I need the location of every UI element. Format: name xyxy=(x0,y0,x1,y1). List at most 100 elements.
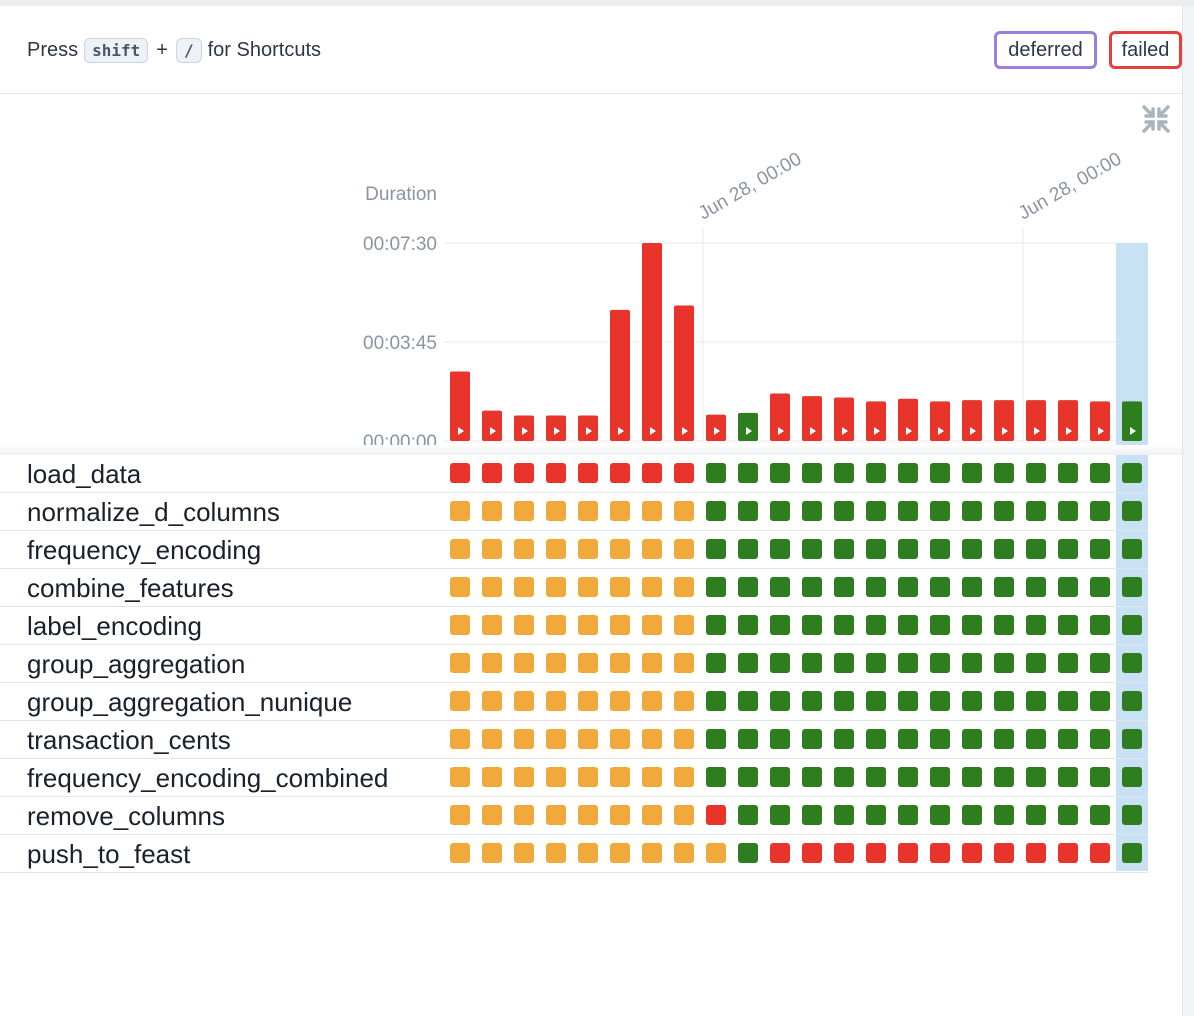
task-instance-cell[interactable] xyxy=(738,691,758,711)
task-instance-cell[interactable] xyxy=(770,577,790,597)
task-instance-cell[interactable] xyxy=(802,805,822,825)
task-instance-cell[interactable] xyxy=(738,539,758,559)
task-instance-cell[interactable] xyxy=(962,615,982,635)
task-instance-cell[interactable] xyxy=(834,805,854,825)
details-panel-edge[interactable] xyxy=(1182,6,1194,1016)
task-instance-cell[interactable] xyxy=(578,843,598,863)
task-instance-cell[interactable] xyxy=(770,501,790,521)
task-instance-cell[interactable] xyxy=(706,501,726,521)
task-instance-cell[interactable] xyxy=(514,843,534,863)
task-instance-cell[interactable] xyxy=(834,615,854,635)
task-instance-cell[interactable] xyxy=(450,577,470,597)
task-instance-cell[interactable] xyxy=(834,767,854,787)
task-instance-cell[interactable] xyxy=(866,767,886,787)
task-instance-cell[interactable] xyxy=(994,501,1014,521)
task-row[interactable]: combine_features xyxy=(0,569,1148,607)
task-instance-cell[interactable] xyxy=(962,539,982,559)
task-instance-cell[interactable] xyxy=(482,653,502,673)
task-instance-cell[interactable] xyxy=(642,691,662,711)
task-name[interactable]: transaction_cents xyxy=(27,721,231,759)
task-instance-cell[interactable] xyxy=(1026,805,1046,825)
task-instance-cell[interactable] xyxy=(642,805,662,825)
task-instance-cell[interactable] xyxy=(1026,691,1046,711)
task-instance-cell[interactable] xyxy=(1026,463,1046,483)
task-instance-cell[interactable] xyxy=(770,539,790,559)
task-instance-cell[interactable] xyxy=(642,843,662,863)
task-instance-cell[interactable] xyxy=(578,805,598,825)
task-row[interactable]: normalize_d_columns xyxy=(0,493,1148,531)
task-instance-cell[interactable] xyxy=(994,767,1014,787)
task-instance-cell[interactable] xyxy=(962,805,982,825)
task-instance-cell[interactable] xyxy=(738,805,758,825)
task-instance-cell[interactable] xyxy=(898,767,918,787)
task-instance-cell[interactable] xyxy=(770,653,790,673)
task-instance-cell[interactable] xyxy=(610,805,630,825)
task-instance-cell[interactable] xyxy=(866,501,886,521)
task-instance-cell[interactable] xyxy=(514,539,534,559)
task-instance-cell[interactable] xyxy=(770,463,790,483)
task-instance-cell[interactable] xyxy=(834,501,854,521)
task-name[interactable]: group_aggregation_nunique xyxy=(27,683,352,721)
task-instance-cell[interactable] xyxy=(994,615,1014,635)
task-instance-cell[interactable] xyxy=(482,805,502,825)
task-instance-cell[interactable] xyxy=(610,615,630,635)
task-instance-cell[interactable] xyxy=(866,691,886,711)
task-instance-cell[interactable] xyxy=(834,691,854,711)
task-instance-cell[interactable] xyxy=(578,501,598,521)
task-instance-cell[interactable] xyxy=(450,767,470,787)
task-row[interactable]: transaction_cents xyxy=(0,721,1148,759)
task-instance-cell[interactable] xyxy=(706,653,726,673)
task-instance-cell[interactable] xyxy=(1090,843,1110,863)
task-instance-cell[interactable] xyxy=(610,729,630,749)
task-instance-cell[interactable] xyxy=(1026,843,1046,863)
task-instance-cell[interactable] xyxy=(738,767,758,787)
task-instance-cell[interactable] xyxy=(834,577,854,597)
task-row[interactable]: label_encoding xyxy=(0,607,1148,645)
task-instance-cell[interactable] xyxy=(578,691,598,711)
task-instance-cell[interactable] xyxy=(866,615,886,635)
task-instance-cell[interactable] xyxy=(610,577,630,597)
task-instance-cell[interactable] xyxy=(866,843,886,863)
task-instance-cell[interactable] xyxy=(834,653,854,673)
task-instance-cell[interactable] xyxy=(738,577,758,597)
task-instance-cell[interactable] xyxy=(1026,577,1046,597)
task-instance-cell[interactable] xyxy=(962,463,982,483)
task-instance-cell[interactable] xyxy=(450,539,470,559)
task-instance-cell[interactable] xyxy=(898,691,918,711)
task-name[interactable]: push_to_feast xyxy=(27,835,190,873)
task-instance-cell[interactable] xyxy=(482,729,502,749)
task-instance-cell[interactable] xyxy=(674,691,694,711)
task-instance-cell[interactable] xyxy=(962,843,982,863)
task-instance-cell[interactable] xyxy=(450,501,470,521)
task-instance-cell[interactable] xyxy=(482,539,502,559)
task-instance-cell[interactable] xyxy=(642,539,662,559)
task-instance-cell[interactable] xyxy=(962,691,982,711)
task-instance-cell[interactable] xyxy=(1122,805,1142,825)
task-instance-cell[interactable] xyxy=(482,463,502,483)
task-instance-cell[interactable] xyxy=(514,501,534,521)
task-instance-cell[interactable] xyxy=(834,729,854,749)
task-instance-cell[interactable] xyxy=(706,463,726,483)
task-instance-cell[interactable] xyxy=(642,767,662,787)
task-instance-cell[interactable] xyxy=(994,577,1014,597)
task-instance-cell[interactable] xyxy=(1122,691,1142,711)
task-instance-cell[interactable] xyxy=(1090,805,1110,825)
task-instance-cell[interactable] xyxy=(546,843,566,863)
task-instance-cell[interactable] xyxy=(642,463,662,483)
task-instance-cell[interactable] xyxy=(450,729,470,749)
task-instance-cell[interactable] xyxy=(546,767,566,787)
task-instance-cell[interactable] xyxy=(930,539,950,559)
task-instance-cell[interactable] xyxy=(1090,501,1110,521)
task-instance-cell[interactable] xyxy=(994,463,1014,483)
task-instance-cell[interactable] xyxy=(642,501,662,521)
task-instance-cell[interactable] xyxy=(1026,501,1046,521)
task-instance-cell[interactable] xyxy=(514,691,534,711)
task-instance-cell[interactable] xyxy=(1058,653,1078,673)
task-instance-cell[interactable] xyxy=(930,843,950,863)
task-instance-cell[interactable] xyxy=(1026,615,1046,635)
task-instance-cell[interactable] xyxy=(770,767,790,787)
task-instance-cell[interactable] xyxy=(642,653,662,673)
task-instance-cell[interactable] xyxy=(1058,463,1078,483)
task-instance-cell[interactable] xyxy=(674,729,694,749)
task-instance-cell[interactable] xyxy=(1058,691,1078,711)
